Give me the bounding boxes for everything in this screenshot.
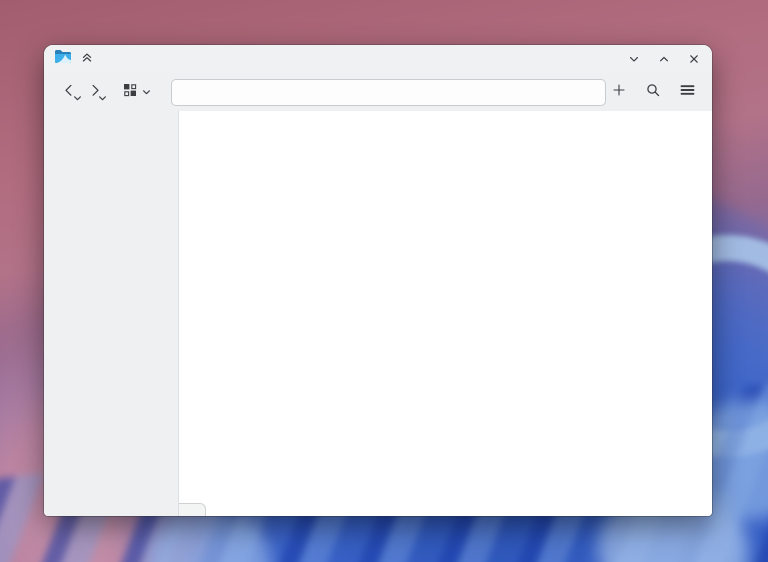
breadcrumb[interactable] xyxy=(171,79,606,106)
titlebar[interactable] xyxy=(44,45,712,73)
search-icon xyxy=(645,82,661,103)
view-mode-button[interactable] xyxy=(115,79,157,105)
forward-dropdown-caret-icon[interactable] xyxy=(98,89,107,107)
hamburger-icon xyxy=(679,82,696,103)
plus-icon xyxy=(611,82,627,103)
chevron-down-icon xyxy=(142,83,151,101)
folder-view[interactable] xyxy=(178,111,712,516)
split-add-button[interactable] xyxy=(606,79,632,105)
back-button[interactable] xyxy=(56,79,82,105)
forward-button[interactable] xyxy=(82,79,108,105)
search-button[interactable] xyxy=(640,79,666,105)
status-bar xyxy=(179,503,206,516)
section-header-places xyxy=(44,113,178,123)
menu-button[interactable] xyxy=(674,79,700,105)
grid-view-icon xyxy=(122,82,138,103)
minimize-button[interactable] xyxy=(626,51,642,67)
toolbar xyxy=(44,73,712,111)
dolphin-app-icon xyxy=(54,49,72,69)
close-button[interactable] xyxy=(686,51,702,67)
dolphin-window xyxy=(44,45,712,516)
back-dropdown-caret-icon[interactable] xyxy=(73,89,82,107)
double-chevron-up-icon[interactable] xyxy=(79,49,95,70)
places-panel xyxy=(44,111,178,516)
maximize-button[interactable] xyxy=(656,51,672,67)
